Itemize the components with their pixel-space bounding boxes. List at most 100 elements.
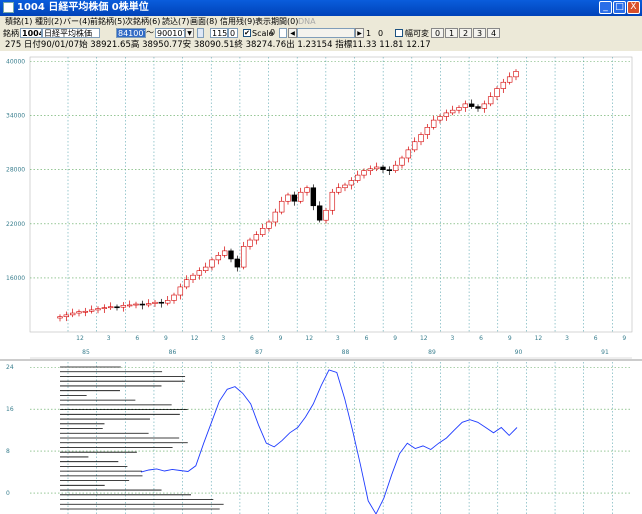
candle-body [354, 174, 361, 181]
candle-body [202, 266, 209, 271]
menu-item-meigara[interactable]: 積銘(1) [5, 16, 32, 28]
x-tick-month: 12 [76, 335, 84, 342]
menu-item-prev-stock[interactable]: 前銘柄(5) [90, 16, 125, 28]
candle-body [95, 308, 101, 311]
candle-body [424, 127, 431, 135]
indicator-y-tick-label: 8 [6, 448, 10, 455]
code-label: 銘柄 [3, 29, 19, 38]
end-date-dropdown[interactable]: ▼ [185, 28, 194, 38]
candle-body [329, 191, 336, 211]
view-button-0[interactable]: 0 [431, 28, 444, 38]
range-separator: 〜 [146, 28, 154, 37]
candle-body [145, 303, 152, 306]
indicator-y-tick-label: 16 [6, 406, 14, 413]
candle-body [215, 255, 222, 261]
candle-body [342, 184, 348, 189]
candle-body [468, 103, 475, 107]
candle-body [361, 170, 367, 176]
candle-body [386, 169, 393, 172]
end-date-input[interactable]: 900107 [155, 28, 185, 38]
x-tick-month: 9 [279, 335, 283, 342]
candle-body [310, 187, 317, 207]
window-title: 1004 日経平均株価 0株単位 [17, 2, 149, 13]
price-info-text: 275 日付90/01/07始 38921.65高 38950.77安 3809… [5, 40, 431, 50]
candle-body [411, 141, 418, 151]
stock-chart[interactable]: 12 3 6 9 12 3 6 9 12 3 6 9 12 3 6 9 12 3 6 9 85 86 87 88 89 90 91 4… [0, 51, 642, 514]
candle-body [139, 303, 146, 306]
view-button-2[interactable]: 2 [459, 28, 472, 38]
menu-item-margin[interactable]: 信用残(9) [220, 16, 255, 28]
x-tick-month: 6 [594, 335, 598, 342]
candle-body [500, 81, 507, 89]
arrow-right-icon: ▶ [357, 30, 362, 37]
chevron-down-icon: ▼ [187, 30, 192, 37]
scroll-left-button[interactable]: ◀ [288, 28, 297, 38]
scroll-right-button[interactable]: ▶ [355, 28, 364, 38]
arrow-left-icon: ◀ [290, 30, 295, 37]
x-tick-year: 85 [82, 349, 90, 356]
close-button[interactable]: X [627, 1, 640, 14]
x-tick-month: 3 [221, 335, 225, 342]
scroll-track[interactable] [297, 28, 355, 38]
x-tick-year: 89 [428, 349, 436, 356]
indicator-y-tick-label: 0 [6, 490, 10, 497]
view-button-4[interactable]: 4 [487, 28, 500, 38]
candle-body [88, 309, 95, 312]
app-icon [3, 2, 14, 13]
x-tick-month: 3 [451, 335, 455, 342]
candle-body [101, 307, 108, 309]
candle-body [487, 96, 494, 105]
menu-item-load[interactable]: 読込(7) [162, 16, 189, 28]
start-date-input[interactable]: 841007 [116, 28, 146, 38]
candle-body [221, 250, 228, 256]
view-button-3[interactable]: 3 [473, 28, 486, 38]
candle-body [392, 164, 399, 171]
scale-box[interactable] [279, 28, 287, 38]
menu-item-screen[interactable]: 画面(8) [190, 16, 217, 28]
menu-item-shubetsu[interactable]: 種別(2) [35, 16, 62, 28]
width-checkbox[interactable] [395, 29, 403, 37]
candle-body [291, 194, 298, 202]
minimize-button[interactable]: _ [599, 1, 612, 14]
code-input[interactable]: 1004 [20, 28, 42, 38]
candle-body [373, 166, 380, 170]
x-tick-month: 6 [250, 335, 254, 342]
scale-value: 0 [270, 28, 276, 37]
indicator-y-tick-label: 24 [6, 364, 14, 371]
x-tick-year: 86 [169, 349, 177, 356]
menu-item-bar[interactable]: バー(4) [63, 16, 90, 28]
x-tick-month: 9 [393, 335, 397, 342]
count-spin-field[interactable] [197, 28, 204, 38]
maximize-button[interactable]: □ [613, 1, 626, 14]
x-tick-month: 9 [622, 335, 626, 342]
candle-body [405, 149, 412, 159]
step-value: 1 [366, 29, 372, 38]
step-unit: 0 [378, 29, 384, 38]
candle-body [380, 166, 386, 171]
count-input[interactable]: 1150 [210, 28, 228, 38]
x-tick-month: 6 [365, 335, 369, 342]
y-tick-label: 22000 [6, 221, 25, 228]
price-info-bar: 275 日付90/01/07始 38921.65高 38950.77安 3809… [0, 39, 642, 51]
candle-body [164, 300, 171, 304]
candle-body [418, 134, 424, 143]
candle-body [494, 88, 500, 97]
candle-body [399, 157, 405, 166]
view-button-1[interactable]: 1 [445, 28, 458, 38]
candle-body [437, 116, 443, 121]
candle-body [506, 76, 513, 83]
stock-name-field[interactable]: 日経平均株価 [42, 28, 100, 38]
menu-item-display-period[interactable]: 表示期間(0) [255, 16, 298, 28]
scale-checkbox[interactable]: ✔ [243, 29, 251, 37]
candle-body [76, 311, 82, 314]
menu-item-next-stock[interactable]: 次銘柄(6) [125, 16, 160, 28]
candle-body [297, 191, 304, 202]
x-tick-month: 9 [508, 335, 512, 342]
menu-bar: 積銘(1) 種別(2) バー(4) 前銘柄(5) 次銘柄(6) 読込(7) 画面… [0, 16, 642, 28]
candle-body [304, 187, 310, 193]
x-tick-month: 3 [565, 335, 569, 342]
y-tick-label: 34000 [6, 113, 25, 120]
count-unit-field[interactable]: 0 [228, 28, 238, 38]
x-tick-year: 91 [601, 349, 609, 356]
x-tick-year: 87 [255, 349, 263, 356]
